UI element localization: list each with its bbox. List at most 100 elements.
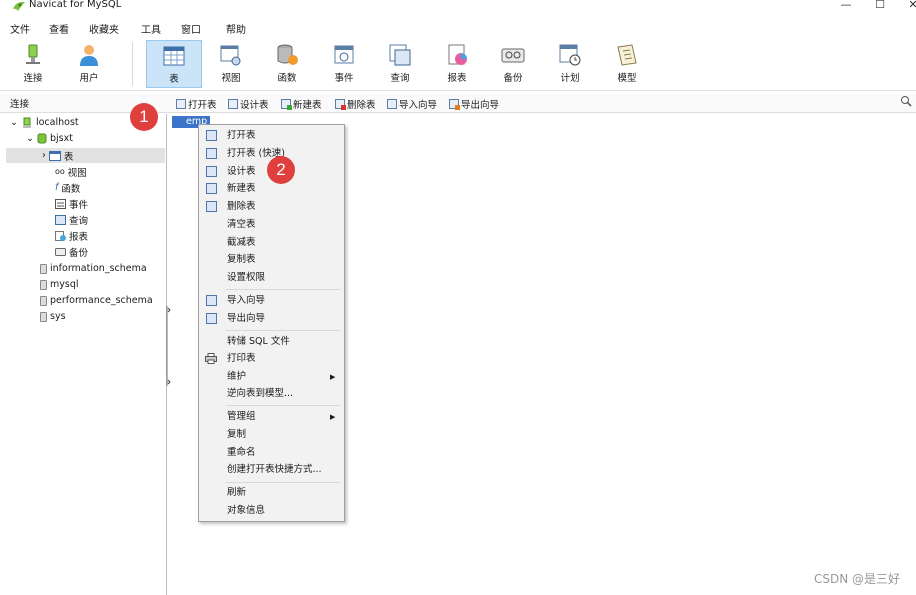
chevron-down-icon[interactable]: ⌄ xyxy=(10,117,18,128)
menu-design-table[interactable]: 设计表 xyxy=(227,165,256,179)
export-wizard-label: 导出向导 xyxy=(461,100,500,111)
maximize-button[interactable]: ☐ xyxy=(870,0,890,12)
delete-table-label: 删除表 xyxy=(347,100,376,111)
close-button[interactable]: ✕ xyxy=(903,0,916,12)
import-wizard-icon xyxy=(206,295,217,306)
tree-item-label: 表 xyxy=(63,151,74,163)
search-icon[interactable] xyxy=(900,95,912,107)
database-icon xyxy=(40,295,47,306)
design-table-label: 设计表 xyxy=(240,100,269,111)
menu-view[interactable]: 查看 xyxy=(49,21,69,36)
menu-reverse-to-model[interactable]: 逆向表到模型... xyxy=(227,387,293,401)
toolbar-user-button[interactable]: 用户 xyxy=(61,40,117,88)
function-icon: f xyxy=(55,182,59,193)
database-icon xyxy=(40,279,47,290)
toolbar-event-button[interactable]: 事件 xyxy=(316,40,372,88)
menu-truncate-table[interactable]: 截减表 xyxy=(227,236,256,250)
event-icon xyxy=(334,45,354,64)
menu-window[interactable]: 窗口 xyxy=(181,21,201,36)
delete-table-icon xyxy=(335,99,346,110)
chevron-right-icon[interactable]: › xyxy=(42,150,46,161)
design-table-icon xyxy=(228,99,238,109)
new-table-icon xyxy=(281,99,292,110)
database-icon xyxy=(40,311,47,322)
tree-item-backups[interactable]: 备份 xyxy=(55,244,88,259)
toolbar-query-label: 查询 xyxy=(390,73,410,84)
menu-file[interactable]: 文件 xyxy=(10,21,30,36)
delete-table-icon xyxy=(206,201,217,212)
import-wizard-icon xyxy=(387,99,397,109)
tree-item-events[interactable]: 事件 xyxy=(55,196,88,211)
menu-maintain[interactable]: 维护 xyxy=(227,370,246,384)
tree-item-sys[interactable]: sys xyxy=(40,309,66,324)
menu-empty-table[interactable]: 清空表 xyxy=(227,218,256,232)
tree-item-label: mysql xyxy=(50,279,79,290)
context-menu: 打开表 打开表 (快速) 设计表 新建表 删除表 清空表 截减表 复制表 设置权… xyxy=(198,124,345,522)
toolbar-model-button[interactable]: 模型 xyxy=(599,40,655,88)
toolbar-view-button[interactable]: 视图 xyxy=(203,40,259,88)
database-icon xyxy=(40,263,47,274)
submenu-arrow-icon: ▶ xyxy=(330,413,336,421)
watermark: CSDN @是三好 xyxy=(813,572,900,586)
import-wizard-button[interactable]: 导入向导 xyxy=(387,97,437,111)
open-table-button[interactable]: 打开表 xyxy=(176,97,217,111)
tree-item-views[interactable]: oo 视图 xyxy=(55,164,87,179)
tree-item-label: sys xyxy=(50,311,66,322)
pane-splitter[interactable] xyxy=(166,306,171,386)
tree-item-performance-schema[interactable]: performance_schema xyxy=(40,293,153,308)
tree-item-label: information_schema xyxy=(50,263,147,274)
new-table-button[interactable]: 新建表 xyxy=(281,97,322,111)
tree-item-information-schema[interactable]: information_schema xyxy=(40,261,147,276)
menu-favorites[interactable]: 收藏夹 xyxy=(89,21,119,36)
menu-create-shortcut[interactable]: 创建打开表快捷方式... xyxy=(227,463,322,477)
menu-help[interactable]: 帮助 xyxy=(226,21,246,36)
user-icon xyxy=(80,45,98,66)
tree-item-mysql[interactable]: mysql xyxy=(40,277,79,292)
menu-duplicate-table[interactable]: 复制表 xyxy=(227,253,256,267)
menu-import-wizard[interactable]: 导入向导 xyxy=(227,294,265,308)
menu-separator xyxy=(226,289,340,290)
menu-dump-sql[interactable]: 转储 SQL 文件 xyxy=(227,335,290,349)
toolbar-backup-button[interactable]: 备份 xyxy=(485,40,541,88)
annotation-badge-1: 1 xyxy=(130,103,158,131)
tree-selection-highlight xyxy=(6,148,165,163)
export-wizard-button[interactable]: 导出向导 xyxy=(449,97,499,111)
query-icon xyxy=(389,44,411,66)
menu-set-permissions[interactable]: 设置权限 xyxy=(227,271,265,285)
menu-object-info[interactable]: 对象信息 xyxy=(227,504,265,518)
tree-item-label: 事件 xyxy=(69,199,89,211)
minimize-button[interactable]: — xyxy=(836,0,856,12)
tree-item-queries[interactable]: 查询 xyxy=(55,212,88,227)
tree-item-tables[interactable]: › 表 xyxy=(42,148,73,163)
menu-delete-table[interactable]: 删除表 xyxy=(227,200,256,214)
menu-export-wizard[interactable]: 导出向导 xyxy=(227,312,265,326)
event-icon xyxy=(55,198,66,209)
toolbar-table-button[interactable]: 表 xyxy=(146,40,202,88)
menu-new-table[interactable]: 新建表 xyxy=(227,182,256,196)
table-icon xyxy=(163,46,185,66)
tree-item-bjsxt[interactable]: ⌄ bjsxt xyxy=(26,131,73,146)
report-icon xyxy=(55,230,66,241)
menu-open-table[interactable]: 打开表 xyxy=(227,129,256,143)
title-bar xyxy=(0,0,916,14)
backup-icon xyxy=(501,48,525,63)
menu-print-table[interactable]: 打印表 xyxy=(227,352,256,366)
tree-item-functions[interactable]: f 函数 xyxy=(55,180,80,195)
toolbar-function-button[interactable]: 函数 xyxy=(259,40,315,88)
menu-manage-group[interactable]: 管理组 xyxy=(227,410,256,424)
toolbar-query-button[interactable]: 查询 xyxy=(372,40,428,88)
chevron-down-icon[interactable]: ⌄ xyxy=(26,133,34,144)
toolbar-schedule-button[interactable]: 计划 xyxy=(542,40,598,88)
menu-rename[interactable]: 重命名 xyxy=(227,446,256,460)
printer-icon xyxy=(205,353,217,364)
toolbar-connection-button[interactable]: 连接 xyxy=(5,40,61,88)
window-title: Navicat for MySQL xyxy=(29,0,122,10)
menu-tools[interactable]: 工具 xyxy=(141,21,161,36)
menu-copy[interactable]: 复制 xyxy=(227,428,246,442)
menu-refresh[interactable]: 刷新 xyxy=(227,486,246,500)
toolbar-report-button[interactable]: 报表 xyxy=(429,40,485,88)
tree-item-localhost[interactable]: ⌄ localhost xyxy=(10,115,79,130)
design-table-button[interactable]: 设计表 xyxy=(228,97,269,111)
tree-item-reports[interactable]: 报表 xyxy=(55,228,88,243)
delete-table-button[interactable]: 删除表 xyxy=(335,97,376,111)
